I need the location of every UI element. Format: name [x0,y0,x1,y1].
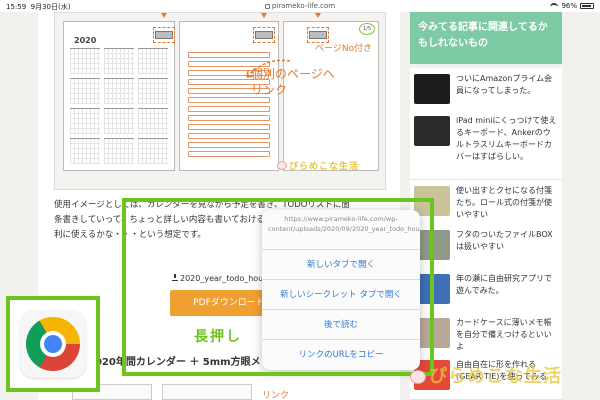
long-press-highlight-frame [122,198,434,376]
chrome-app-tile [20,310,86,378]
calendar-page: 2020 [63,21,175,171]
battery-icon [580,3,594,9]
calendar-year: 2020 [74,36,97,45]
related-article-item[interactable]: iPad miniにくっつけて使えるキーボード、Ankerのウルトラスリムキーボ… [410,110,562,180]
bottom-link-annotation: リンク [262,391,290,400]
site-watermark: ぴらめこな生活 [277,159,359,172]
article-thumbnail [414,74,450,104]
pig-logo-icon [410,370,426,384]
pig-logo-icon [277,161,287,170]
article-title: フタのついたファイルBOXは扱いやすい [456,230,553,251]
calendar-sample-image: 2020 1/5 ページNo付き 個別のページへ リンク ぴらめこな生活 [54,12,386,190]
article-title: 使い出すとクセになる付箋たち。ロール式の付箋が使いやすい [456,186,552,219]
article-title: カードケースに薄いメモ帳を自分で備えつけるといいよ [456,318,552,351]
corner-watermark: ぴらめこな生活 [410,362,562,388]
page-tag [255,31,273,39]
page-number-annotation: ページNo付き [315,44,373,54]
article-thumbnail [414,116,450,146]
chrome-icon-frame [6,296,100,392]
arrow-down-icon [261,13,267,18]
article-title: 年の瀬に自由研究アプリで遊んでみた。 [456,274,552,295]
lock-icon [264,4,270,9]
address-url[interactable]: pirameko-life.com [0,2,600,10]
bottom-thumb [162,384,252,400]
arrow-down-icon [315,13,321,18]
link-annotation: 個別のページへ リンク [251,67,335,97]
battery-percent: 96% [561,2,577,10]
page-tag [309,31,327,39]
status-bar: 15:59 9月30日(水) pirameko-life.com 96% [0,0,600,12]
chrome-logo-icon [26,317,80,371]
sidebar-header: 今みてる記事に関連してるかもしれないもの [410,12,562,64]
article-title: ついにAmazonプライム会員になってしまった。 [456,74,553,95]
bottom-figure: リンク [72,384,372,400]
article-title: iPad miniにくっつけて使えるキーボード、Ankerのウルトラスリムキーボ… [456,116,557,161]
wifi-icon [550,3,559,9]
page-number-circle: 1/5 [359,23,375,35]
arrow-down-icon [161,13,167,18]
page-tag [155,31,173,39]
